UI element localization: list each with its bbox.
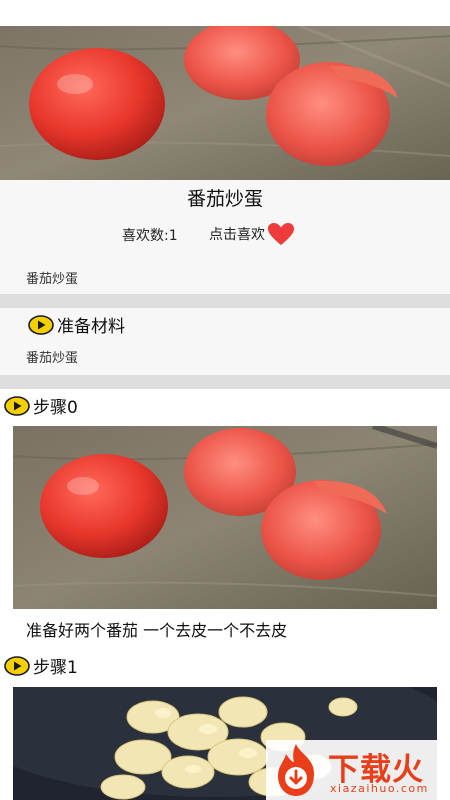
like-row: 喜欢数:1 点击喜欢 bbox=[0, 222, 450, 246]
ingredients-header: 准备材料 bbox=[28, 312, 125, 337]
step-header: 步骤0 bbox=[4, 393, 78, 418]
heart-icon bbox=[268, 223, 294, 245]
recipe-title: 番茄炒蛋 bbox=[186, 188, 263, 210]
ingredients-title: 准备材料 bbox=[57, 317, 125, 337]
section-divider bbox=[0, 375, 450, 389]
step-header: 步骤1 bbox=[4, 653, 78, 678]
flame-logo-icon bbox=[278, 744, 314, 796]
recipe-header: 番茄炒蛋 喜欢数:1 点击喜欢 番茄炒蛋 bbox=[0, 180, 450, 294]
recipe-hero-image bbox=[0, 26, 450, 180]
step-title: 步骤1 bbox=[33, 658, 78, 678]
step-image bbox=[13, 426, 437, 609]
watermark-domain: xiazaihuo.com bbox=[330, 782, 429, 795]
ingredients-content: 番茄炒蛋 bbox=[26, 351, 79, 366]
section-divider bbox=[0, 294, 450, 308]
step-description: 准备好两个番茄 一个去皮一个不去皮 bbox=[26, 621, 288, 640]
status-bar bbox=[0, 0, 450, 26]
play-icon bbox=[4, 655, 30, 676]
like-count: 喜欢数:1 bbox=[122, 228, 178, 244]
step-title: 步骤0 bbox=[33, 398, 78, 418]
like-button[interactable]: 点击喜欢 bbox=[209, 222, 295, 246]
watermark-logo: 下载火 xiazaihuo.com bbox=[266, 740, 450, 800]
play-icon bbox=[28, 314, 54, 335]
tomatoes-photo bbox=[0, 26, 450, 180]
tomatoes-photo bbox=[13, 426, 437, 609]
recipe-description: 番茄炒蛋 bbox=[26, 272, 79, 287]
like-button-label: 点击喜欢 bbox=[209, 227, 265, 243]
play-icon bbox=[4, 395, 30, 416]
